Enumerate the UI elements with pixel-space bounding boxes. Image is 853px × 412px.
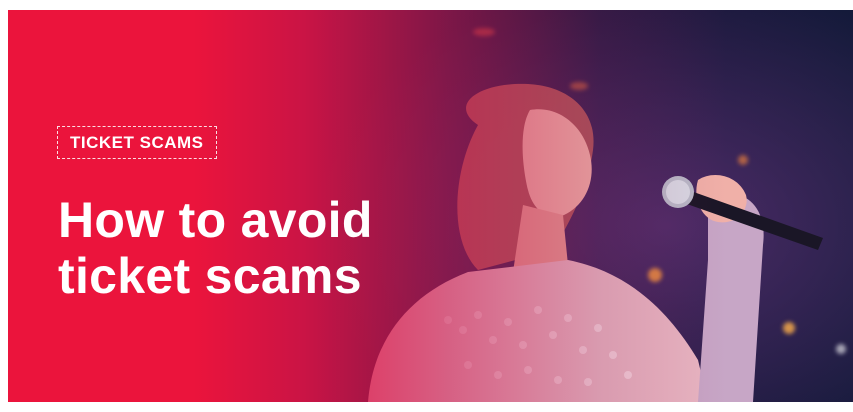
category-tag: TICKET SCAMS bbox=[57, 126, 217, 159]
article-headline: How to avoid ticket scams bbox=[58, 192, 373, 304]
headline-line-1: How to avoid bbox=[58, 192, 373, 248]
headline-line-2: ticket scams bbox=[58, 248, 362, 304]
article-hero-banner[interactable]: TICKET SCAMS How to avoid ticket scams bbox=[8, 10, 853, 402]
